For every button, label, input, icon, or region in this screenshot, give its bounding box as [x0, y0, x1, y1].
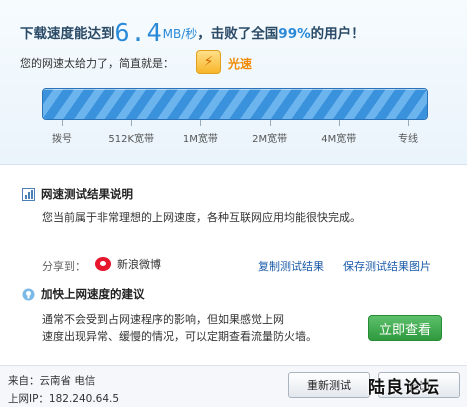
- advice-line-1: 通常不会受到占网速程序的影响，但如果感觉上网: [42, 313, 284, 326]
- share-weibo-label: 新浪微博: [117, 258, 161, 271]
- speed-unit: MB/秒: [162, 27, 198, 41]
- bulb-icon: [22, 288, 35, 301]
- speed-bar-tick-label: 4M宽带: [321, 134, 357, 145]
- advice-section-title: 加快上网速度的建议: [22, 286, 145, 302]
- speed-bar: [42, 88, 428, 120]
- location-isp: 来自：云南省 电信: [8, 375, 96, 387]
- ip-address: 上网IP：182.240.64.5: [8, 393, 120, 405]
- speed-bar-tick: [131, 120, 133, 126]
- speed-bar-ticks: [0, 120, 467, 130]
- speed-grade-label: 光速: [228, 57, 253, 71]
- speed-bar-fill: [43, 89, 427, 119]
- weibo-icon: [95, 257, 111, 271]
- copy-result-link[interactable]: 复制测试结果: [258, 258, 324, 274]
- headline-suffix: 的用户！: [310, 26, 365, 42]
- speed-headline: 下载速度能达到6.4MB/秒，击败了全国99%的用户！: [20, 18, 365, 47]
- headline-mid: ，击败了全国: [197, 26, 279, 42]
- speed-bar-tick: [200, 120, 202, 126]
- connection-info: 来自：云南省 电信 上网IP：182.240.64.5: [8, 372, 119, 408]
- speed-bar-tick: [269, 120, 271, 126]
- result-header-panel: 下载速度能达到6.4MB/秒，击败了全国99%的用户！ 您的网速太给力了，简直就…: [0, 0, 467, 165]
- speed-bar-tick: [62, 120, 63, 126]
- headline-prefix: 下载速度能达到: [20, 26, 115, 42]
- lightning-icon: ⚡: [196, 50, 221, 74]
- speed-bar-tick-label: 1M宽带: [182, 134, 218, 145]
- forum-watermark: 陆良论坛: [368, 378, 440, 398]
- speed-description: 您的网速太给力了，简直就是：: [20, 57, 174, 70]
- speed-bar-tick-label: 2M宽带: [252, 134, 288, 145]
- result-section-title: 网速测试结果说明: [22, 186, 133, 202]
- advice-title-text: 加快上网速度的建议: [41, 287, 145, 301]
- advice-line-2: 速度出现异常、缓慢的情况，可以定期查看流量防火墙。: [42, 330, 317, 343]
- speed-bar-tick-label: 专线: [398, 134, 418, 145]
- speed-bar-tick: [338, 120, 340, 126]
- speed-bar-tick: [408, 120, 409, 126]
- view-now-button[interactable]: 立即查看: [368, 315, 442, 341]
- advice-text: 通常不会受到占网速程序的影响，但如果感觉上网 速度出现异常、缓慢的情况，可以定期…: [42, 311, 317, 345]
- speed-bar-tick-label: 拨号: [52, 134, 72, 145]
- beat-percent: 99%: [278, 26, 311, 42]
- chart-icon: [22, 187, 35, 201]
- retest-button[interactable]: 重新测试: [288, 372, 370, 398]
- share-label: 分享到：: [42, 260, 86, 273]
- speed-bar-tick-label: 512K宽带: [108, 134, 155, 145]
- result-text: 您当前属于非常理想的上网速度，各种互联网应用均能很快完成。: [42, 211, 361, 224]
- share-weibo-button[interactable]: 新浪微博: [95, 256, 161, 272]
- speed-value: 6.4: [114, 18, 163, 47]
- save-result-image-link[interactable]: 保存测试结果图片: [343, 258, 431, 274]
- result-title-text: 网速测试结果说明: [41, 187, 133, 201]
